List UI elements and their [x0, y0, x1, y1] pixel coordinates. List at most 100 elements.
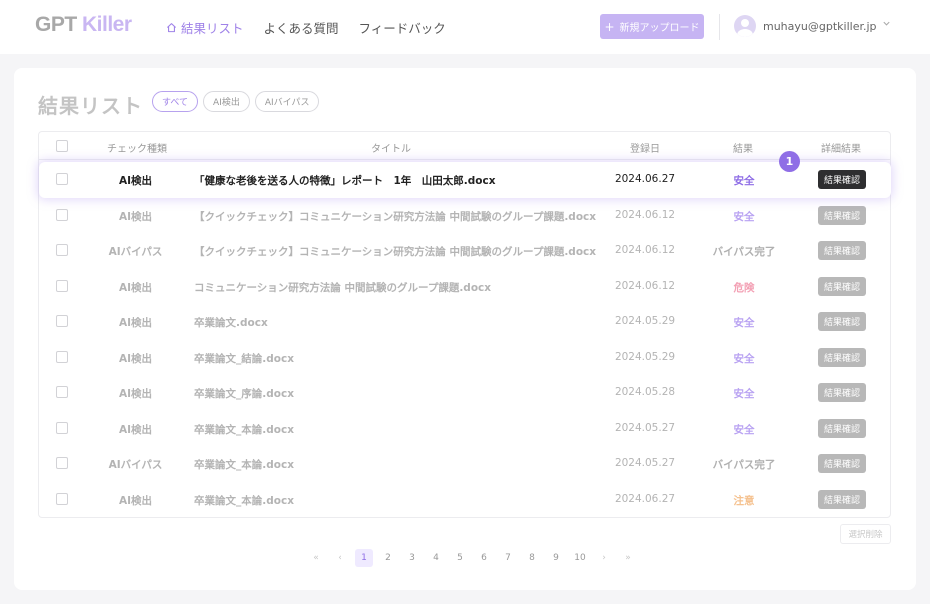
page-number-4[interactable]: 4 — [427, 549, 445, 567]
cell-result: 注意 — [733, 494, 755, 507]
page-last-button[interactable]: » — [619, 549, 637, 567]
logo-killer: Killer — [82, 13, 132, 36]
page-number-9[interactable]: 9 — [547, 549, 565, 567]
row-checkbox[interactable] — [56, 279, 68, 292]
new-upload-button[interactable]: + 新規アップロード — [600, 14, 704, 39]
cell-title: 【クイックチェック】コミュニケーション研究方法論 中間試験のグループ課題.doc… — [194, 246, 597, 258]
table-row[interactable]: AIバイパス 【クイックチェック】コミュニケーション研究方法論 中間試験のグループ… — [39, 233, 890, 269]
cell-date: 2024.06.12 — [614, 279, 676, 292]
view-result-button[interactable]: 結果確認 — [818, 489, 866, 509]
view-result-button[interactable]: 結果確認 — [818, 418, 866, 438]
nav-item-feedback[interactable]: フィードバック — [359, 18, 446, 37]
top-navigation-bar: GPT Killer 結果リスト よくある質問 フィードバック + 新規アップロ… — [0, 0, 930, 54]
view-result-button[interactable]: 結果確認 — [818, 241, 866, 260]
row-checkbox[interactable] — [56, 421, 68, 434]
cell-check-type: AIバイパス — [108, 246, 163, 258]
row-checkbox[interactable] — [56, 350, 68, 363]
column-header-result: 結果 — [733, 144, 753, 155]
select-all-checkbox[interactable] — [56, 140, 68, 152]
cell-date: 2024.05.27 — [614, 457, 676, 469]
logo-gpt: GPT — [35, 13, 77, 36]
cell-date: 2024.05.28 — [614, 386, 676, 398]
results-card: 結果リスト すべて AI検出 AIバイパス チェック種類 タイトル 登録日 結果… — [14, 68, 916, 590]
cell-date: 2024.05.29 — [614, 315, 676, 327]
view-result-button[interactable]: 結果確認 — [818, 347, 866, 367]
column-header-date: 登録日 — [630, 144, 660, 155]
nav-item-label: フィードバック — [358, 21, 446, 36]
page-number-5[interactable]: 5 — [451, 549, 469, 567]
table-row[interactable]: AI検出 「健康な老後を送る人の特徴」レポート 1年 山田太郎.docx 2024.… — [39, 162, 891, 198]
cell-title: 卒業論文_序論.docx — [194, 388, 294, 400]
row-checkbox[interactable] — [56, 457, 68, 469]
row-checkbox[interactable] — [56, 386, 68, 398]
cell-check-type: AI検出 — [118, 352, 153, 365]
new-upload-label: 新規アップロード — [619, 23, 700, 34]
table-row[interactable]: AI検出 卒業論文_本論.docx 2024.06.27 注意 結果確認 — [39, 482, 890, 518]
home-icon — [166, 23, 177, 33]
table-row[interactable]: AIバイパス 卒業論文_本論.docx 2024.05.27 バイパス完了 結果確認 — [39, 446, 890, 482]
cell-title: 卒業論文_本論.docx — [194, 423, 294, 436]
view-result-button[interactable]: 結果確認 — [818, 312, 866, 331]
view-result-button[interactable]: 結果確認 — [818, 205, 866, 225]
table-row[interactable]: AI検出 【クイックチェック】コミュニケーション研究方法論 中間試験のグループ課題… — [39, 198, 890, 234]
page-numbers: 1 2 3 4 5 6 7 8 9 10 — [352, 549, 592, 567]
view-result-button[interactable]: 結果確認 — [818, 383, 866, 402]
cell-result: 安全 — [733, 175, 755, 187]
app-logo[interactable]: GPT Killer — [35, 13, 132, 37]
table-row[interactable]: AI検出 卒業論文_序論.docx 2024.05.28 安全 結果確認 — [39, 375, 890, 411]
row-checkbox[interactable] — [56, 492, 68, 505]
chevron-down-icon[interactable] — [882, 19, 891, 28]
page-number-3[interactable]: 3 — [403, 549, 421, 567]
user-email[interactable]: muhayu@gptkiller.jp — [763, 20, 877, 33]
nav-item-label: よくある質問 — [263, 21, 339, 36]
view-result-button[interactable]: 結果確認 — [818, 276, 866, 296]
table-header: チェック種類 タイトル 登録日 結果 詳細結果 — [39, 132, 890, 160]
page-first-button[interactable]: « — [307, 549, 325, 567]
cell-check-type: AI検出 — [118, 317, 153, 329]
step-badge: 1 — [779, 151, 800, 172]
filter-all[interactable]: すべて — [152, 91, 199, 112]
page-number-1[interactable]: 1 — [355, 549, 373, 567]
page-number-10[interactable]: 10 — [571, 549, 589, 567]
delete-selected-button[interactable]: 選択削除 — [840, 524, 891, 544]
cell-result: 安全 — [733, 352, 755, 365]
cell-date: 2024.06.12 — [614, 208, 676, 221]
filter-ai-detect[interactable]: AI検出 — [203, 91, 250, 112]
cell-date: 2024.06.27 — [614, 173, 676, 185]
cell-date: 2024.06.27 — [614, 492, 676, 505]
nav-item-faq[interactable]: よくある質問 — [264, 18, 339, 37]
table-row[interactable]: AI検出 卒業論文.docx 2024.05.29 安全 結果確認 — [39, 304, 890, 340]
table-row[interactable]: AI検出 卒業論文_結論.docx 2024.05.29 安全 結果確認 — [39, 340, 890, 376]
page-number-7[interactable]: 7 — [499, 549, 517, 567]
pagination: « ‹ 1 2 3 4 5 6 7 8 9 10 › » — [304, 549, 640, 567]
page-number-6[interactable]: 6 — [475, 549, 493, 567]
row-checkbox[interactable] — [56, 208, 68, 221]
table-row[interactable]: AI検出 卒業論文_本論.docx 2024.05.27 安全 結果確認 — [39, 411, 890, 447]
filter-chips: すべて AI検出 AIバイパス — [152, 91, 320, 112]
cell-title: 卒業論文.docx — [194, 317, 268, 329]
cell-check-type: AI検出 — [118, 175, 153, 187]
filter-ai-bypass[interactable]: AIバイパス — [254, 91, 320, 112]
cell-date: 2024.06.12 — [614, 244, 676, 256]
cell-result: バイパス完了 — [712, 246, 776, 258]
nav-item-results[interactable]: 結果リスト — [166, 18, 244, 37]
cell-check-type: AI検出 — [118, 388, 153, 400]
page-number-8[interactable]: 8 — [523, 549, 541, 567]
row-checkbox[interactable] — [56, 244, 68, 256]
cell-date: 2024.05.27 — [614, 421, 676, 434]
page-number-2[interactable]: 2 — [379, 549, 397, 567]
plus-icon: + — [604, 19, 615, 34]
table-row[interactable]: AI検出 コミュニケーション研究方法論 中間試験のグループ課題.docx 2024.… — [39, 269, 890, 305]
row-checkbox[interactable] — [56, 173, 68, 185]
row-checkbox[interactable] — [56, 315, 68, 327]
avatar[interactable] — [734, 15, 756, 37]
cell-title: コミュニケーション研究方法論 中間試験のグループ課題.docx — [194, 281, 492, 294]
view-result-button[interactable]: 結果確認 — [818, 170, 866, 189]
page-prev-button[interactable]: ‹ — [331, 549, 349, 567]
cell-check-type: AI検出 — [118, 423, 153, 436]
view-result-button[interactable]: 結果確認 — [818, 454, 866, 473]
page-next-button[interactable]: › — [595, 549, 613, 567]
cell-date: 2024.05.29 — [614, 350, 676, 363]
cell-result: 安全 — [733, 388, 755, 400]
results-table: チェック種類 タイトル 登録日 結果 詳細結果 AI検出 「健康な老後を送る人の特… — [38, 131, 891, 518]
